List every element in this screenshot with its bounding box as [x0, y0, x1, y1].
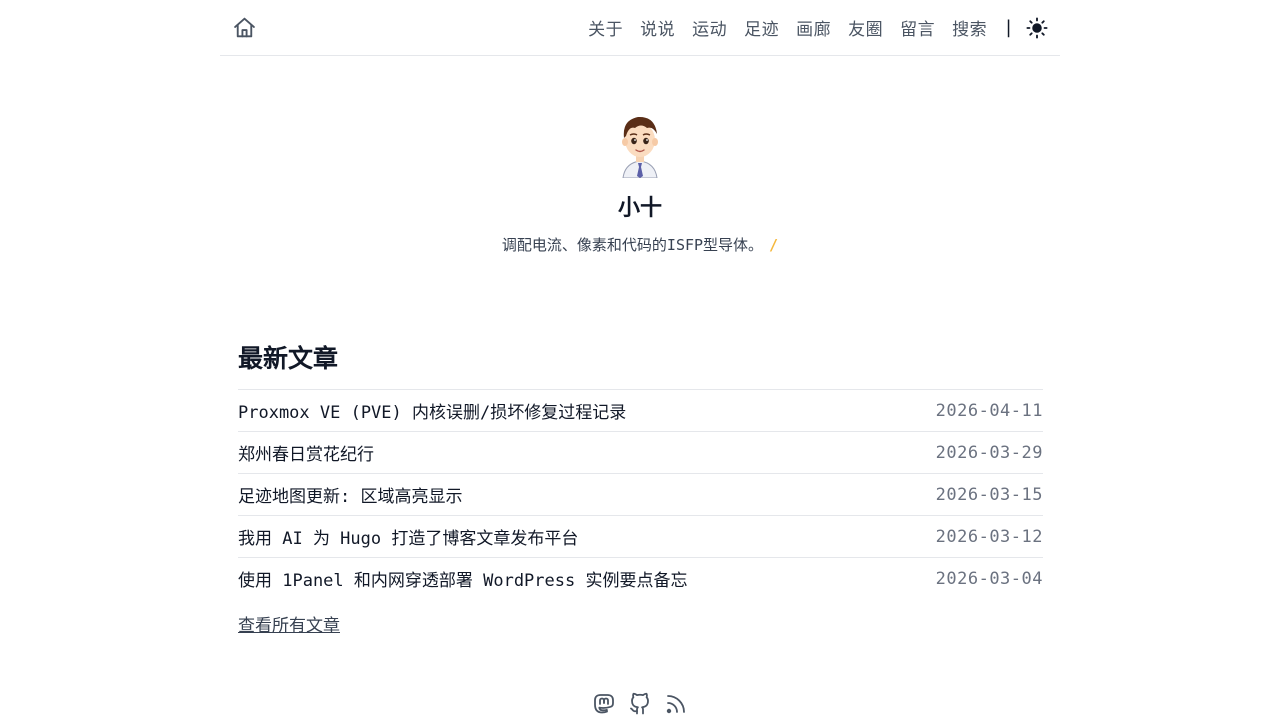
post-title[interactable]: 足迹地图更新: 区域高亮显示	[238, 482, 462, 507]
post-date: 2026-03-15	[935, 484, 1043, 505]
home-link[interactable]	[232, 15, 257, 40]
main-nav: 关于 说说 运动 足迹 画廊 友圈 留言 搜索 |	[588, 15, 1048, 40]
mastodon-icon	[594, 694, 614, 714]
post-date: 2026-04-11	[935, 400, 1043, 421]
home-icon	[234, 17, 255, 38]
post-list: Proxmox VE (PVE) 内核误删/损坏修复过程记录 2026-04-1…	[238, 389, 1043, 599]
github-icon	[630, 692, 649, 715]
site-header: 关于 说说 运动 足迹 画廊 友圈 留言 搜索 |	[220, 0, 1060, 56]
nav-separator: |	[1003, 17, 1014, 38]
github-link[interactable]	[628, 692, 652, 716]
profile-section: 小十 调配电流、像素和代码的ISFP型导体。 /	[220, 108, 1060, 255]
post-title[interactable]: 使用 1Panel 和内网穿透部署 WordPress 实例要点备忘	[238, 566, 687, 591]
sun-icon	[1026, 16, 1048, 39]
view-all-posts-link[interactable]: 查看所有文章	[238, 611, 340, 636]
post-row[interactable]: 我用 AI 为 Hugo 打造了博客文章发布平台 2026-03-12	[238, 516, 1043, 558]
nav-moments[interactable]: 说说	[640, 15, 675, 40]
post-title[interactable]: 郑州春日赏花纪行	[238, 440, 374, 465]
post-title[interactable]: Proxmox VE (PVE) 内核误删/损坏修复过程记录	[238, 398, 626, 423]
theme-toggle-button[interactable]	[1026, 16, 1048, 39]
post-row[interactable]: 使用 1Panel 和内网穿透部署 WordPress 实例要点备忘 2026-…	[238, 558, 1043, 599]
post-title[interactable]: 我用 AI 为 Hugo 打造了博客文章发布平台	[238, 524, 578, 549]
nav-footprints[interactable]: 足迹	[744, 15, 779, 40]
post-row[interactable]: 足迹地图更新: 区域高亮显示 2026-03-15	[238, 474, 1043, 516]
nav-about[interactable]: 关于	[588, 15, 623, 40]
profile-bio-text: 调配电流、像素和代码的ISFP型导体。	[501, 236, 764, 254]
post-date: 2026-03-12	[935, 526, 1043, 547]
latest-posts-heading: 最新文章	[238, 344, 339, 373]
nav-guestbook[interactable]: 留言	[900, 15, 935, 40]
typing-cursor: /	[769, 236, 779, 254]
avatar	[622, 116, 658, 178]
nav-search[interactable]: 搜索	[952, 15, 987, 40]
rss-icon	[666, 695, 685, 714]
latest-posts-section: 最新文章 Proxmox VE (PVE) 内核误删/损坏修复过程记录 2026…	[238, 339, 1043, 636]
post-date: 2026-03-29	[935, 442, 1043, 463]
rss-link[interactable]	[664, 692, 688, 716]
page-container: 关于 说说 运动 足迹 画廊 友圈 留言 搜索 | 小十 调配电流、像素和代码的…	[220, 0, 1060, 720]
post-date: 2026-03-04	[935, 568, 1043, 589]
nav-gallery[interactable]: 画廊	[796, 15, 831, 40]
nav-friends[interactable]: 友圈	[848, 15, 883, 40]
site-footer	[220, 692, 1060, 716]
profile-bio: 调配电流、像素和代码的ISFP型导体。 /	[220, 234, 1060, 255]
profile-name: 小十	[617, 196, 662, 221]
mastodon-link[interactable]	[592, 692, 616, 716]
post-row[interactable]: 郑州春日赏花纪行 2026-03-29	[238, 432, 1043, 474]
post-row[interactable]: Proxmox VE (PVE) 内核误删/损坏修复过程记录 2026-04-1…	[238, 390, 1043, 432]
nav-sports[interactable]: 运动	[692, 15, 727, 40]
